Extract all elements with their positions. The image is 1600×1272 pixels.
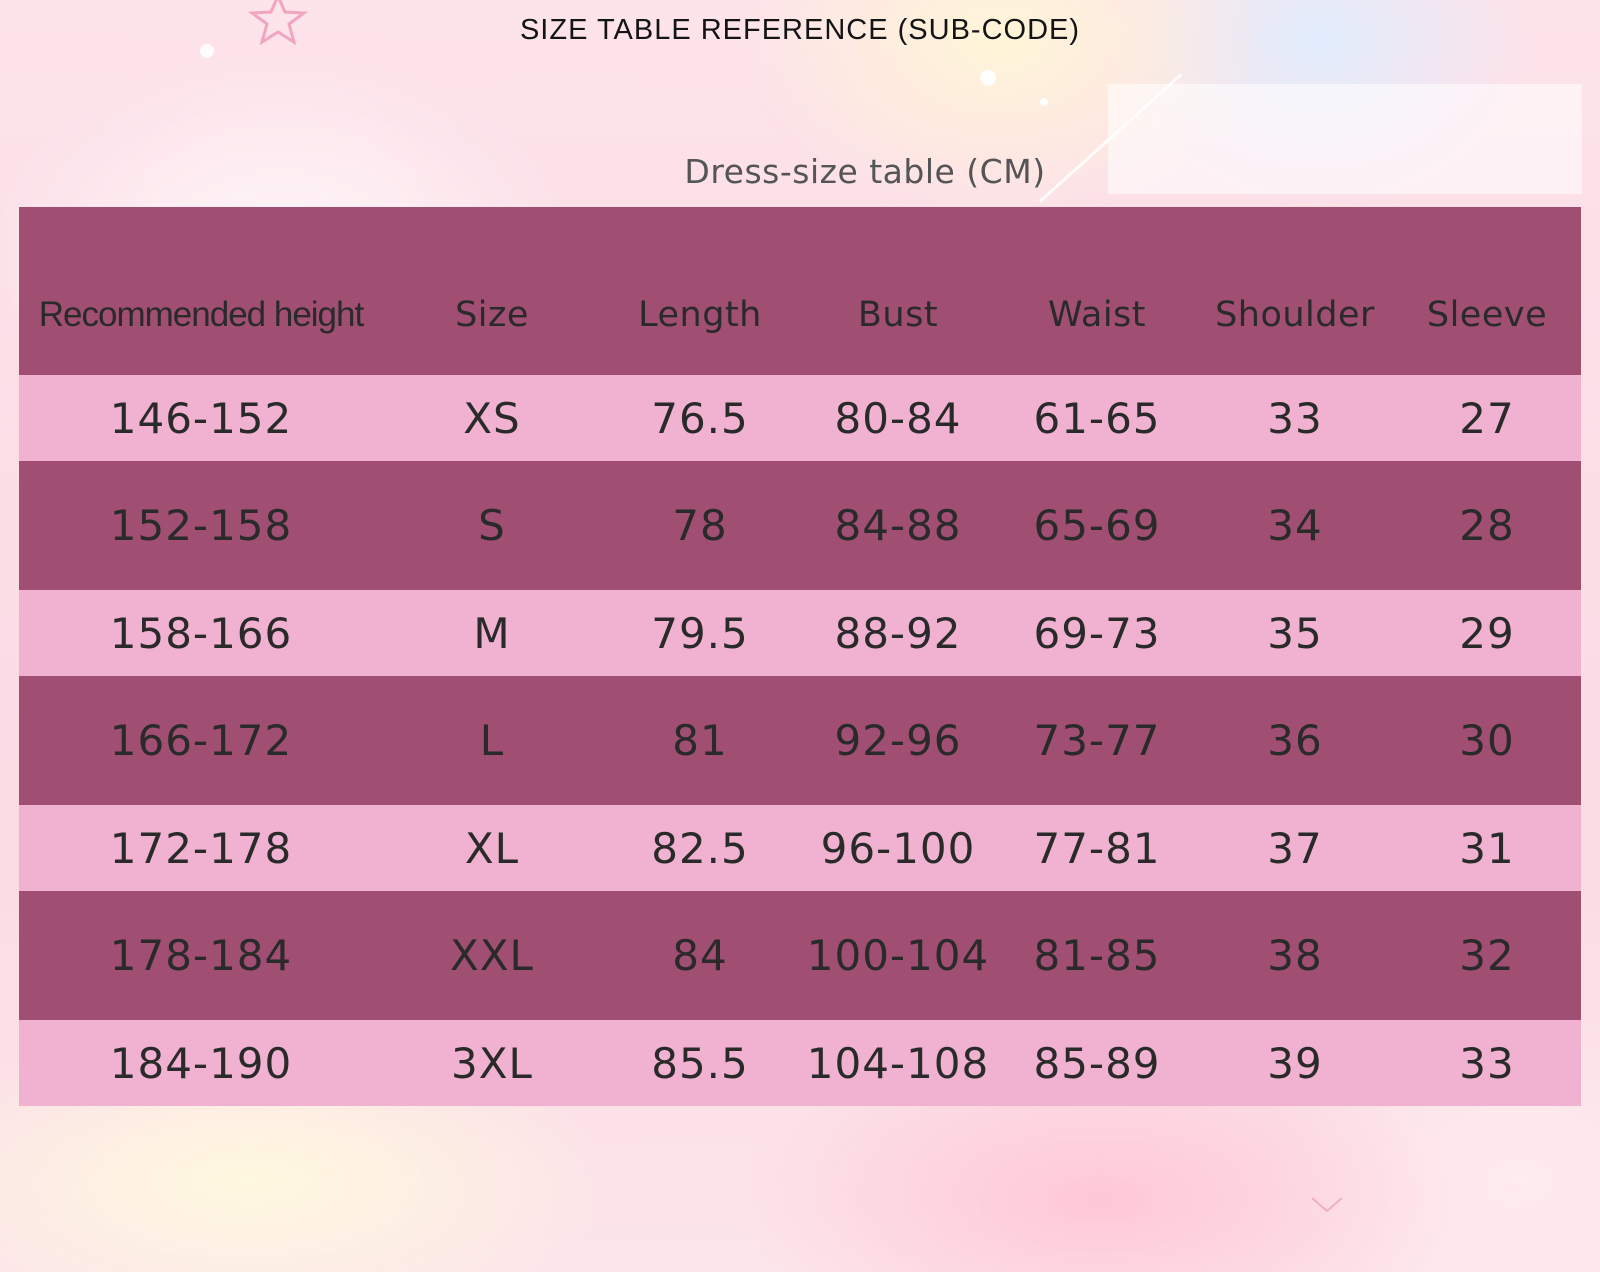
cell-height: 152-158 [109,501,293,550]
table-row: 166-172 L 81 92-96 73-77 36 30 [19,676,1581,805]
header-bust: Bust [857,295,939,335]
page-title: SIZE TABLE REFERENCE (SUB-CODE) [519,14,1081,46]
size-table: Recommended height Size Length Bust Wais… [19,207,1581,1106]
table-header-row: Recommended height Size Length Bust Wais… [19,207,1581,375]
cell-waist: 85-89 [1033,1038,1161,1088]
cell-waist: 77-81 [1033,823,1161,873]
header-length: Length [638,295,762,335]
cell-shoulder: 33 [1267,393,1323,443]
cell-length: 82.5 [651,823,749,873]
cell-waist: 81-85 [1033,931,1161,980]
cell-length: 85.5 [651,1038,749,1088]
header-size: Size [455,295,529,335]
cell-length: 84 [672,931,728,980]
cell-size: S [478,501,506,550]
cell-sleeve: 29 [1459,608,1515,658]
background-sparkle [1040,98,1048,106]
cell-shoulder: 38 [1267,931,1323,980]
cell-length: 79.5 [651,608,749,658]
cell-shoulder: 39 [1267,1038,1323,1088]
table-row: 184-190 3XL 85.5 104-108 85-89 39 33 [19,1020,1581,1106]
cell-shoulder: 37 [1267,823,1323,873]
table-row: 158-166 M 79.5 88-92 69-73 35 29 [19,590,1581,676]
table-row: 146-152 XS 76.5 80-84 61-65 33 27 [19,375,1581,461]
cell-height: 172-178 [109,823,293,873]
background-chevron [1311,1197,1343,1213]
header-waist: Waist [1048,295,1146,335]
header-sleeve: Sleeve [1426,295,1548,335]
cell-sleeve: 28 [1459,501,1515,550]
cell-size: XL [464,823,520,873]
cell-length: 78 [672,501,728,550]
cell-size: 3XL [451,1038,533,1088]
cell-length: 81 [672,716,728,765]
cell-sleeve: 33 [1459,1038,1515,1088]
cell-bust: 84-88 [834,501,962,550]
cell-waist: 65-69 [1033,501,1161,550]
cell-bust: 80-84 [834,393,962,443]
cell-bust: 100-104 [806,931,990,980]
cell-sleeve: 30 [1459,716,1515,765]
cell-sleeve: 31 [1459,823,1515,873]
header-recommended-height: Recommended height [38,295,364,334]
header-shoulder: Shoulder [1215,295,1375,335]
cell-height: 184-190 [109,1038,293,1088]
cell-size: L [479,716,505,765]
cell-waist: 69-73 [1033,608,1161,658]
cell-sleeve: 32 [1459,931,1515,980]
cell-waist: 61-65 [1033,393,1161,443]
background-sparkle [980,70,996,86]
cell-height: 146-152 [109,393,293,443]
cell-bust: 104-108 [806,1038,990,1088]
cell-length: 76.5 [651,393,749,443]
cell-height: 166-172 [109,716,293,765]
cell-height: 158-166 [109,608,293,658]
cell-shoulder: 36 [1267,716,1323,765]
cell-size: XS [463,393,521,443]
cell-size: M [473,608,511,658]
table-row: 172-178 XL 82.5 96-100 77-81 37 31 [19,805,1581,891]
cell-height: 178-184 [109,931,293,980]
cell-waist: 73-77 [1033,716,1161,765]
cell-shoulder: 34 [1267,501,1323,550]
cell-bust: 92-96 [834,716,962,765]
cell-shoulder: 35 [1267,608,1323,658]
cell-sleeve: 27 [1459,393,1515,443]
cell-bust: 96-100 [820,823,976,873]
cell-size: XXL [450,931,534,980]
table-row: 152-158 S 78 84-88 65-69 34 28 [19,461,1581,590]
table-subtitle: Dress-size table (CM) [684,152,1046,191]
cell-bust: 88-92 [834,608,962,658]
table-row: 178-184 XXL 84 100-104 81-85 38 32 [19,891,1581,1020]
